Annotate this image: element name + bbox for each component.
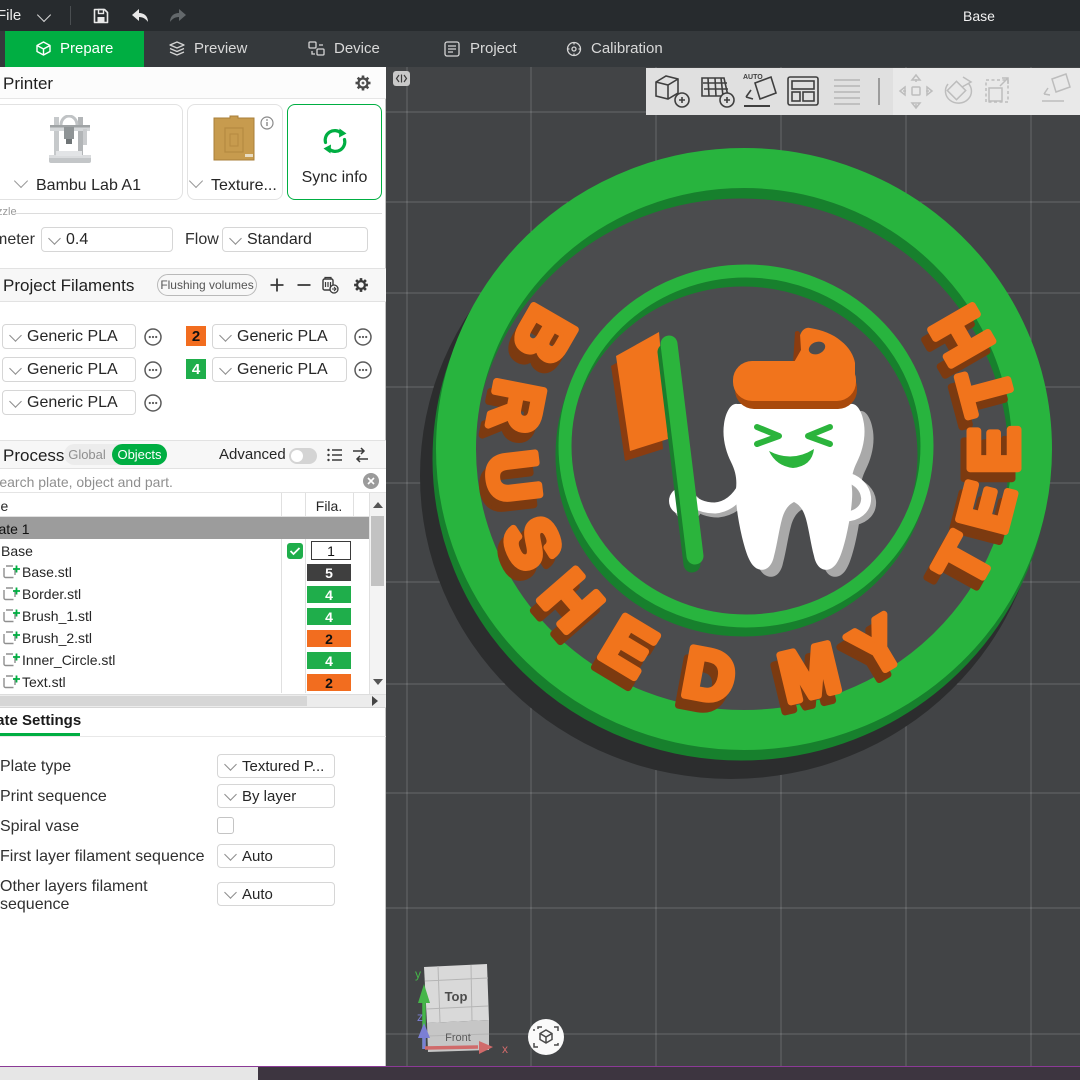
svg-text:AUTO: AUTO	[743, 74, 763, 81]
